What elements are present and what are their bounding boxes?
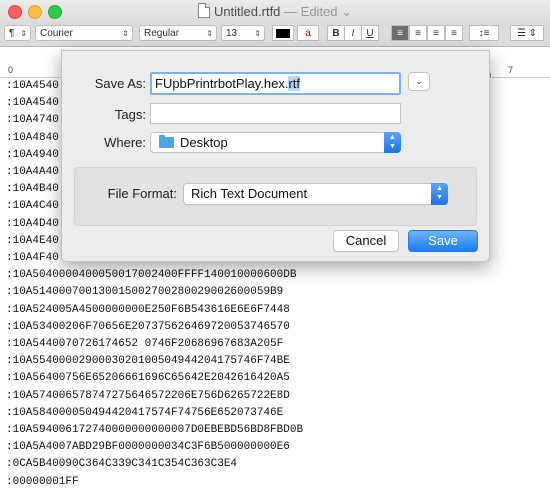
file-format-label: File Format: xyxy=(107,186,177,201)
format-toolbar: ¶ ⇕ Courier ⇕ Regular ⇕ 13 ⇕ a B I U ≡ ≡ ≡ ≡… xyxy=(0,22,550,47)
document-line: :10A524005A4500000000E250F6B543616E6E6F7… xyxy=(6,303,290,316)
document-line: :10A53400206F70656E207375626469720053746… xyxy=(6,320,290,333)
file-format-popup[interactable]: Rich Text Document ▲ ▼ xyxy=(183,183,448,205)
where-label: Where: xyxy=(104,135,146,150)
typeface-value: Regular xyxy=(144,28,180,39)
window-title-area[interactable]: Untitled.rtfd — Edited ⌄ xyxy=(0,3,550,20)
list-style-popup[interactable]: ☰ ⇕ xyxy=(510,25,544,41)
document-line: :10A5540000290003020100504944204175746F7… xyxy=(6,355,290,368)
window-title: Untitled.rtfd xyxy=(213,4,281,19)
document-line: :10A5040000400050017002400FFFF1400100006… xyxy=(6,269,297,282)
highlight-color-icon[interactable]: a xyxy=(297,25,319,41)
document-line: :10A574006578747275646572206E756D6265722… xyxy=(6,389,290,402)
file-format-value: Rich Text Document xyxy=(191,186,308,201)
document-line: :10A5A4007ABD29BF0000000034C3F6B50000000… xyxy=(6,441,290,454)
document-line: :10A584000050494420417574F74756E65207374… xyxy=(6,406,284,419)
tags-label: Tags: xyxy=(114,107,146,122)
title-chevron-icon[interactable]: ⌄ xyxy=(341,4,352,19)
expand-dialog-button[interactable]: ⌄ xyxy=(408,72,430,91)
italic-button[interactable]: I xyxy=(344,25,362,41)
ruler-start-label: 0 xyxy=(8,65,14,75)
document-line: :10A5440070726174652 0746F20686967683A20… xyxy=(6,338,284,351)
cancel-button[interactable]: Cancel xyxy=(333,230,399,252)
file-format-panel: File Format: Rich Text Document ▲ ▼ xyxy=(74,167,477,226)
paragraph-style-icon: ¶ xyxy=(9,28,15,39)
document-line: :10A56400756E65206661696C65642E204261642… xyxy=(6,372,290,385)
align-center-icon[interactable]: ≡ xyxy=(409,25,427,41)
bold-button[interactable]: B xyxy=(327,25,345,41)
save-dialog: Save As: FUpbPrintrbotPlay.hex.rtf ⌄ Tag… xyxy=(61,50,490,262)
edited-status: — Edited xyxy=(284,4,338,19)
align-left-icon[interactable]: ≡ xyxy=(391,25,409,41)
ruler-end-label: 7 xyxy=(508,65,514,75)
save-as-label: Save As: xyxy=(94,76,146,91)
title-bar: Untitled.rtfd — Edited ⌄ xyxy=(0,0,550,22)
save-button[interactable]: Save xyxy=(408,230,478,252)
paragraph-style-popup[interactable]: ¶ ⇕ xyxy=(4,25,31,41)
underline-button[interactable]: U xyxy=(361,25,379,41)
document-line: :10A514000700130015002700280029002600059… xyxy=(6,286,284,299)
where-value: Desktop xyxy=(180,135,228,150)
text-color-well[interactable] xyxy=(272,25,294,41)
font-family-popup[interactable]: Courier ⇕ xyxy=(35,25,133,41)
font-family-value: Courier xyxy=(40,28,73,39)
typeface-popup[interactable]: Regular ⇕ xyxy=(139,25,217,41)
where-chevron-icon: ▲ ▼ xyxy=(384,132,401,153)
where-popup[interactable]: Desktop ▲ ▼ xyxy=(150,132,401,153)
document-line: :10A594006172740000000000007D0EBEBD56BD8… xyxy=(6,424,304,437)
folder-icon xyxy=(159,135,174,148)
line-spacing-popup[interactable]: ↕≡ xyxy=(469,25,499,41)
font-size-field[interactable]: 13 ⇕ xyxy=(221,25,265,41)
document-line: :00000001FF xyxy=(6,475,79,488)
align-right-icon[interactable]: ≡ xyxy=(427,25,445,41)
align-justify-icon[interactable]: ≡ xyxy=(445,25,463,41)
save-as-basename: FUpbPrintrbotPlay.hex. xyxy=(155,76,289,91)
document-icon xyxy=(197,3,210,18)
save-as-field[interactable]: FUpbPrintrbotPlay.hex.rtf xyxy=(150,72,401,95)
save-as-extension: rtf xyxy=(288,76,300,91)
font-size-value: 13 xyxy=(226,28,238,39)
tags-field[interactable] xyxy=(150,103,401,124)
file-format-chevron-icon: ▲ ▼ xyxy=(431,183,448,205)
document-line: :0CA5B40090C364C339C341C354C363C3E4 xyxy=(6,458,238,471)
